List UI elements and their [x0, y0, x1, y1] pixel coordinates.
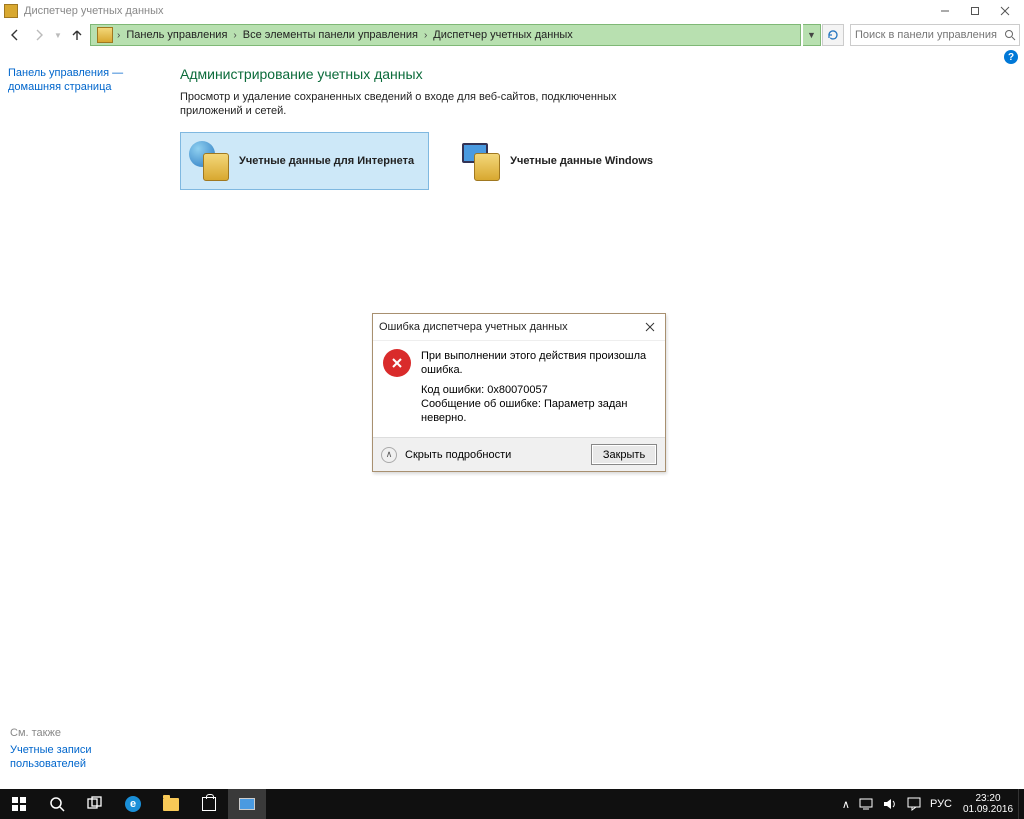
- minimize-button[interactable]: [930, 1, 960, 21]
- language-indicator[interactable]: РУС: [930, 798, 952, 810]
- address-dropdown[interactable]: ▼: [803, 24, 821, 46]
- network-icon[interactable]: [858, 796, 874, 812]
- sidebar: Панель управления — домашняя страница См…: [0, 66, 170, 789]
- search-input[interactable]: [851, 29, 1001, 41]
- close-button[interactable]: [990, 1, 1020, 21]
- hide-details-label[interactable]: Скрыть подробности: [405, 449, 511, 461]
- taskbar-control-panel[interactable]: [228, 789, 266, 819]
- taskbar: e ∧ РУС 23:20 01.09.2016: [0, 789, 1024, 819]
- titlebar: Диспетчер учетных данных: [0, 0, 1024, 22]
- start-button[interactable]: [0, 789, 38, 819]
- system-tray[interactable]: ∧ РУС: [836, 789, 958, 819]
- tile-label: Учетные данные для Интернета: [239, 155, 414, 167]
- see-also-section: См. также Учетные записи пользователей: [10, 727, 92, 771]
- task-view-button[interactable]: [76, 789, 114, 819]
- forward-button[interactable]: [28, 24, 50, 46]
- volume-icon[interactable]: [882, 796, 898, 812]
- app-icon: [4, 4, 18, 18]
- collapse-details-button[interactable]: ∧: [381, 447, 397, 463]
- breadcrumb-item[interactable]: Все элементы панели управления: [241, 29, 424, 41]
- help-icon[interactable]: ?: [1004, 50, 1018, 64]
- search-box[interactable]: [850, 24, 1020, 46]
- address-bar[interactable]: › Панель управления › Все элементы панел…: [90, 24, 801, 46]
- recent-dropdown[interactable]: ▼: [52, 24, 64, 46]
- taskbar-store[interactable]: [190, 789, 228, 819]
- user-accounts-link[interactable]: Учетные записи пользователей: [10, 743, 92, 771]
- globe-safe-icon: [189, 141, 229, 181]
- chevron-icon[interactable]: ›: [424, 30, 431, 41]
- show-desktop-button[interactable]: [1018, 789, 1024, 819]
- close-button[interactable]: Закрыть: [591, 444, 657, 465]
- tile-windows-credentials[interactable]: Учетные данные Windows: [451, 132, 668, 190]
- taskbar-explorer[interactable]: [152, 789, 190, 819]
- see-also-label: См. также: [10, 727, 92, 739]
- clock-time: 23:20: [975, 793, 1000, 804]
- monitor-safe-icon: [460, 141, 500, 181]
- up-button[interactable]: [66, 24, 88, 46]
- error-dialog: Ошибка диспетчера учетных данных При вып…: [372, 313, 666, 472]
- dialog-close-button[interactable]: [641, 318, 659, 336]
- tray-overflow-icon[interactable]: ∧: [842, 798, 850, 811]
- clock[interactable]: 23:20 01.09.2016: [958, 789, 1018, 819]
- taskbar-edge[interactable]: e: [114, 789, 152, 819]
- chevron-icon[interactable]: ›: [233, 30, 240, 41]
- clock-date: 01.09.2016: [963, 804, 1013, 815]
- control-panel-home-link[interactable]: Панель управления — домашняя страница: [8, 66, 162, 94]
- breadcrumb-item[interactable]: Панель управления: [124, 29, 233, 41]
- chevron-icon[interactable]: ›: [117, 30, 124, 41]
- action-center-icon[interactable]: [906, 796, 922, 812]
- search-button[interactable]: [38, 789, 76, 819]
- search-icon[interactable]: [1001, 29, 1019, 41]
- error-icon: [383, 349, 411, 377]
- help-row: ?: [0, 48, 1024, 66]
- refresh-button[interactable]: [822, 24, 844, 46]
- error-code: Код ошибки: 0x80070057: [421, 383, 655, 397]
- window-title: Диспетчер учетных данных: [24, 5, 164, 17]
- tile-web-credentials[interactable]: Учетные данные для Интернета: [180, 132, 429, 190]
- dialog-title: Ошибка диспетчера учетных данных: [379, 321, 568, 333]
- toolbar: ▼ › Панель управления › Все элементы пан…: [0, 22, 1024, 48]
- location-icon: [97, 27, 113, 43]
- page-heading: Администрирование учетных данных: [180, 66, 1014, 82]
- error-message: При выполнении этого действия произошла …: [421, 349, 655, 377]
- breadcrumb-item[interactable]: Диспетчер учетных данных: [431, 29, 579, 41]
- tile-label: Учетные данные Windows: [510, 155, 653, 167]
- page-description: Просмотр и удаление сохраненных сведений…: [180, 90, 620, 118]
- maximize-button[interactable]: [960, 1, 990, 21]
- error-detail: Сообщение об ошибке: Параметр задан неве…: [421, 397, 655, 425]
- back-button[interactable]: [4, 24, 26, 46]
